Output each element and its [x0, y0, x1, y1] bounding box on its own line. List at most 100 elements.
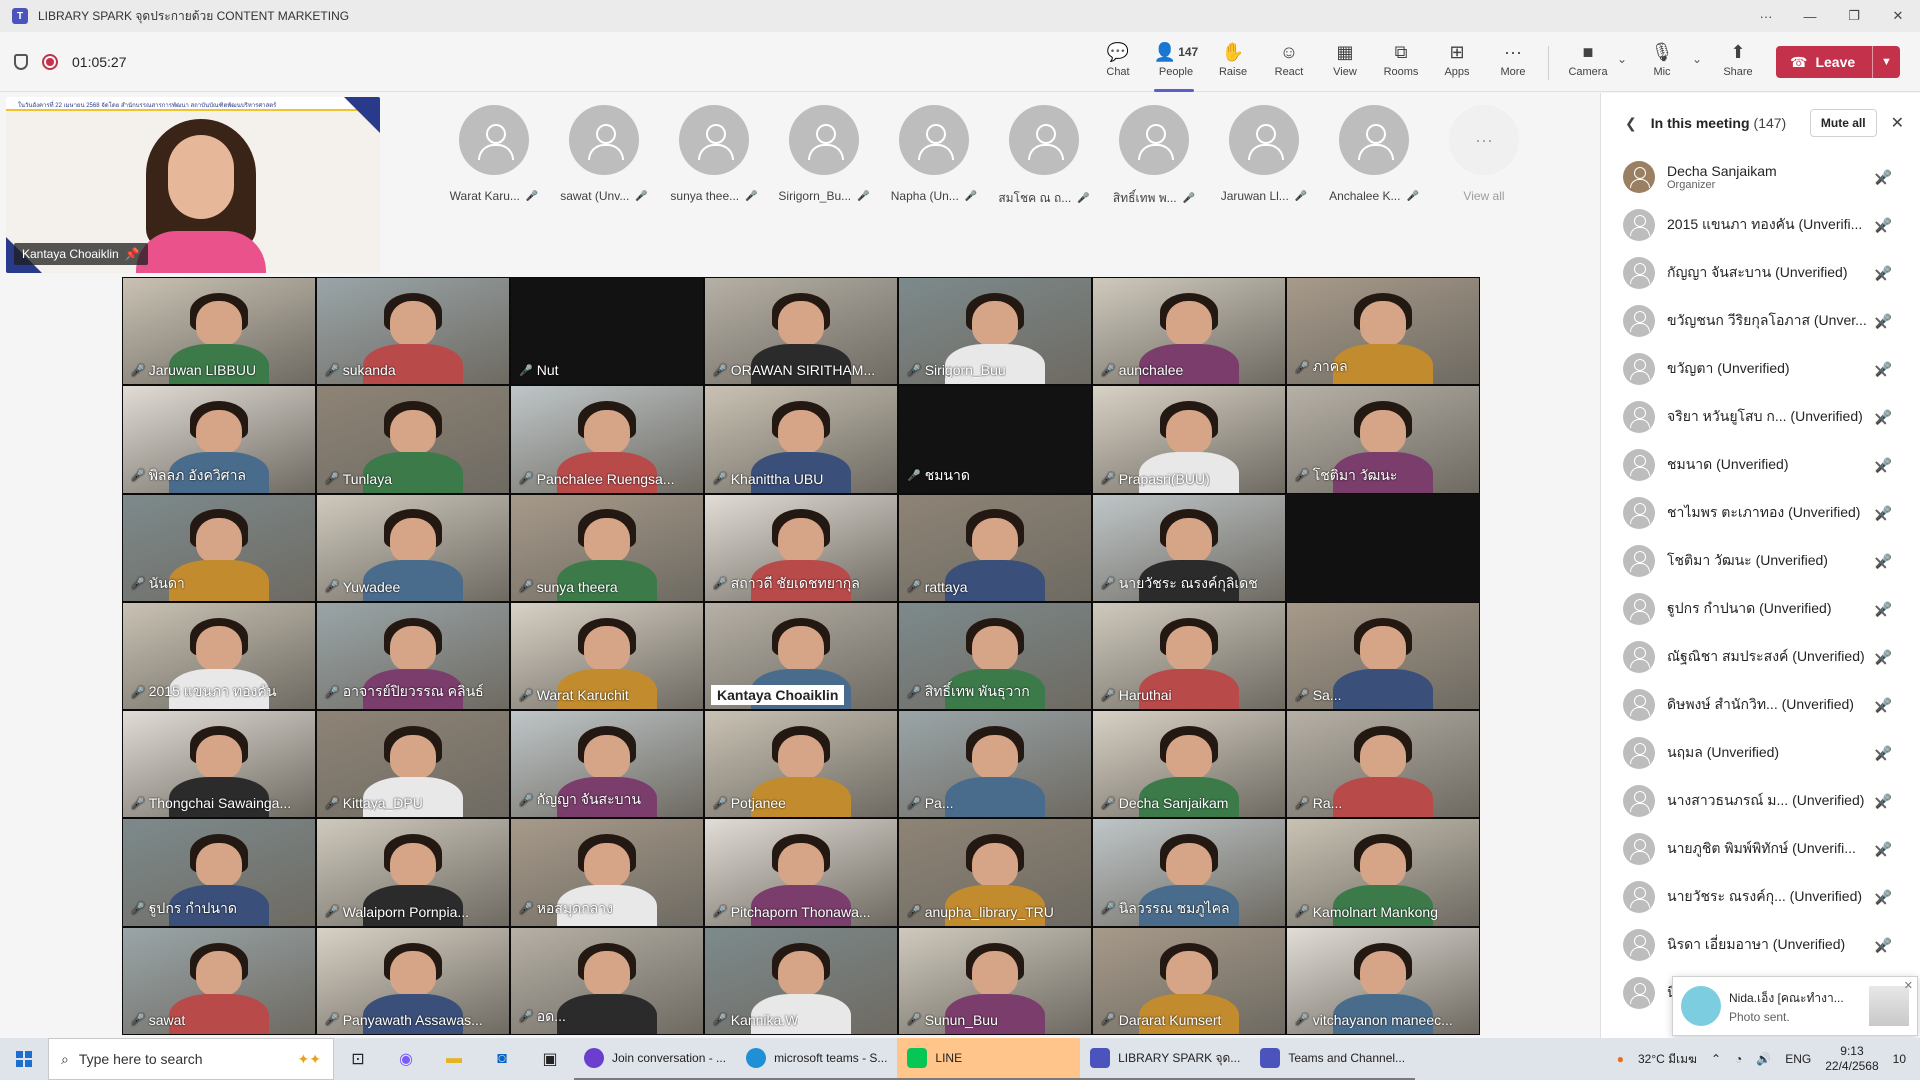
- participant-row[interactable]: ขวัญชนก วีริยกุลโอภาส (Unver... 🎤: [1601, 297, 1920, 345]
- video-tile[interactable]: 🎤 สิทธิ์เทพ พันธุวาก: [898, 601, 1092, 711]
- file-explorer-icon[interactable]: ▬: [430, 1038, 478, 1080]
- view-all-button[interactable]: ··· View all: [1434, 97, 1534, 237]
- video-tile[interactable]: 🎤 sukanda: [316, 277, 510, 386]
- mic-off-icon[interactable]: 🎤: [1872, 697, 1892, 714]
- taskbar-app-chrome[interactable]: Join conversation - ...: [574, 1038, 737, 1080]
- video-tile[interactable]: 🎤 Yuwadee: [316, 493, 510, 602]
- mic-off-icon[interactable]: 🎤: [1872, 505, 1892, 522]
- video-tile[interactable]: 🎤 นันดา: [122, 493, 316, 602]
- notification-badge[interactable]: 10: [1893, 1052, 1906, 1066]
- chevron-up-icon[interactable]: ⌃: [1711, 1052, 1721, 1066]
- video-tile[interactable]: 🎤 Kittaya_DPU: [316, 710, 510, 819]
- taskbar-search[interactable]: ⌕ Type here to search ✦✦: [48, 1038, 334, 1080]
- taskbar-app-teams-channels[interactable]: Teams and Channel...: [1250, 1038, 1416, 1080]
- participant-row[interactable]: นิรดา เอี่ยมอาษา (Unverified) 🎤: [1601, 921, 1920, 969]
- participant-row[interactable]: กัญญา จันสะบาน (Unverified) 🎤: [1601, 249, 1920, 297]
- participant-row[interactable]: ชาไมพร ตะเภาทอง (Unverified) 🎤: [1601, 489, 1920, 537]
- start-button[interactable]: [0, 1038, 48, 1080]
- strip-participant[interactable]: Napha (Un... 🎤: [884, 97, 984, 237]
- video-tile[interactable]: 🎤 ORAWAN SIRITHAM...: [704, 277, 898, 386]
- participant-row[interactable]: ณัฐณิชา สมประสงค์ (Unverified) 🎤: [1601, 633, 1920, 681]
- react-button[interactable]: ☺ React: [1261, 40, 1317, 86]
- presenter-video[interactable]: ในวันอังคารที่ 22 เมษายน 2568 จัดโดย สำน…: [6, 97, 380, 273]
- mic-off-icon[interactable]: 🎤: [1872, 793, 1892, 810]
- video-tile[interactable]: 🎤 Decha Sanjaikam: [1092, 710, 1286, 819]
- back-chevron-icon[interactable]: ❮: [1625, 115, 1637, 132]
- video-tile[interactable]: 🎤 Ra...: [1286, 710, 1480, 819]
- video-tile[interactable]: 🎤 โชติมา วัฒนะ: [1286, 385, 1480, 494]
- terminal-icon[interactable]: ▣: [526, 1038, 574, 1080]
- video-tile[interactable]: 🎤 Sirigorn_Buu: [898, 277, 1092, 386]
- apps-button[interactable]: ⊞ Apps: [1429, 40, 1485, 86]
- mic-off-icon[interactable]: 🎤: [1872, 457, 1892, 474]
- video-tile[interactable]: 🎤 กัญญา จันสะบาน: [510, 710, 704, 819]
- mic-off-icon[interactable]: 🎤: [1872, 841, 1892, 858]
- taskbar-app-edge[interactable]: microsoft teams - S...: [736, 1038, 898, 1080]
- video-tile[interactable]: 🎤 Jaruwan LIBBUU: [122, 277, 316, 386]
- more-options-icon[interactable]: ···: [1744, 0, 1788, 32]
- video-tile[interactable]: 🎤 อด...: [510, 926, 704, 1035]
- video-tile[interactable]: 🎤 Pitchaporn Thonawa...: [704, 818, 898, 927]
- video-tile[interactable]: 🎤 sunya theera: [510, 493, 704, 602]
- mic-off-icon[interactable]: 🎤: [1872, 649, 1892, 666]
- video-tile[interactable]: 🎤 Haruthai: [1092, 601, 1286, 711]
- mic-off-icon[interactable]: 🎤: [1872, 265, 1892, 282]
- mic-off-icon[interactable]: 🎤: [1872, 217, 1892, 234]
- strip-participant[interactable]: Sirigorn_Bu... 🎤: [774, 97, 874, 237]
- participant-row-organizer[interactable]: Decha Sanjaikam Organizer 🎤: [1601, 153, 1920, 201]
- strip-participant[interactable]: sunya thee... 🎤: [664, 97, 764, 237]
- participant-row[interactable]: โชติมา วัฒนะ (Unverified) 🎤: [1601, 537, 1920, 585]
- shield-icon[interactable]: [14, 54, 28, 70]
- video-tile[interactable]: 🎤 anupha_library_TRU: [898, 818, 1092, 927]
- mic-off-icon[interactable]: 🎤: [1872, 361, 1892, 378]
- volume-icon[interactable]: 🔊: [1756, 1052, 1771, 1066]
- participant-row[interactable]: นฤมล (Unverified) 🎤: [1601, 729, 1920, 777]
- video-tile[interactable]: 🎤 ชมนาด: [898, 385, 1092, 494]
- camera-button[interactable]: ■ Camera: [1558, 40, 1618, 86]
- strip-participant[interactable]: สิทธิ์เทพ พ... 🎤: [1104, 97, 1204, 237]
- participant-row[interactable]: ขวัญตา (Unverified) 🎤: [1601, 345, 1920, 393]
- mic-off-icon[interactable]: 🎤: [1872, 553, 1892, 570]
- close-toast-icon[interactable]: ✕: [1904, 979, 1913, 992]
- mic-off-icon[interactable]: 🎤: [1872, 601, 1892, 618]
- video-tile[interactable]: 🎤 Potjanee: [704, 710, 898, 819]
- outlook-icon[interactable]: ◙: [478, 1038, 526, 1080]
- mic-button[interactable]: 🎙 Mic: [1634, 40, 1690, 86]
- strip-participant[interactable]: sawat (Unv... 🎤: [554, 97, 654, 237]
- taskbar-app-teams-meeting[interactable]: LIBRARY SPARK จุด...: [1080, 1038, 1251, 1080]
- more-button[interactable]: ··· More: [1485, 40, 1541, 86]
- task-view-icon[interactable]: ⊡: [334, 1038, 382, 1080]
- strip-participant[interactable]: Warat Karu... 🎤: [444, 97, 544, 237]
- video-tile[interactable]: 🎤 Tunlaya: [316, 385, 510, 494]
- view-button[interactable]: ▦ View: [1317, 40, 1373, 86]
- notification-toast[interactable]: Nida.เอ็ง [คณะทำงา... Photo sent. ✕: [1672, 976, 1918, 1036]
- video-tile[interactable]: 🎤 อาจารย์ปิยวรรณ คลินธ์: [316, 601, 510, 711]
- video-tile[interactable]: 🎤 aunchalee: [1092, 277, 1286, 386]
- mic-off-icon[interactable]: 🎤: [1872, 169, 1892, 186]
- strip-participant[interactable]: สมโชค ณ ถ... 🎤: [994, 97, 1094, 237]
- mic-off-icon[interactable]: 🎤: [1872, 313, 1892, 330]
- raise-hand-button[interactable]: ✋ Raise: [1205, 40, 1261, 86]
- leave-button[interactable]: ☎ Leave ▼: [1776, 46, 1900, 78]
- network-icon[interactable]: ◔: [1735, 1052, 1742, 1066]
- strip-participant[interactable]: Jaruwan Ll... 🎤: [1214, 97, 1314, 237]
- video-tile[interactable]: 🎤 sawat: [122, 926, 316, 1035]
- strip-participant[interactable]: Anchalee K... 🎤: [1324, 97, 1424, 237]
- participant-row[interactable]: ชมนาด (Unverified) 🎤: [1601, 441, 1920, 489]
- share-button[interactable]: ⬆ Share: [1710, 40, 1766, 86]
- mic-off-icon[interactable]: 🎤: [1872, 409, 1892, 426]
- participant-row[interactable]: ดิษพงษ์ สำนักวิท... (Unverified) 🎤: [1601, 681, 1920, 729]
- copilot-icon[interactable]: ◉: [382, 1038, 430, 1080]
- video-tile[interactable]: 🎤 นายวัชระ ณรงค์กุลิเดช: [1092, 493, 1286, 602]
- video-tile[interactable]: 🎤 Kamolnart Mankong: [1286, 818, 1480, 927]
- clock[interactable]: 9:13 22/4/2568: [1825, 1044, 1878, 1074]
- mic-off-icon[interactable]: 🎤: [1872, 745, 1892, 762]
- video-tile[interactable]: 🎤 สถาวดี ชัยเดชทยากุล: [704, 493, 898, 602]
- close-window-button[interactable]: ✕: [1876, 0, 1920, 32]
- mic-off-icon[interactable]: 🎤: [1872, 889, 1892, 906]
- video-tile[interactable]: 🎤 Pa...: [898, 710, 1092, 819]
- video-tile[interactable]: 🎤 ฐูปกร กำปนาด: [122, 818, 316, 927]
- video-tile[interactable]: 🎤 Kannika.W: [704, 926, 898, 1035]
- video-tile[interactable]: 🎤 Dararat Kumsert: [1092, 926, 1286, 1035]
- mute-all-button[interactable]: Mute all: [1809, 109, 1877, 137]
